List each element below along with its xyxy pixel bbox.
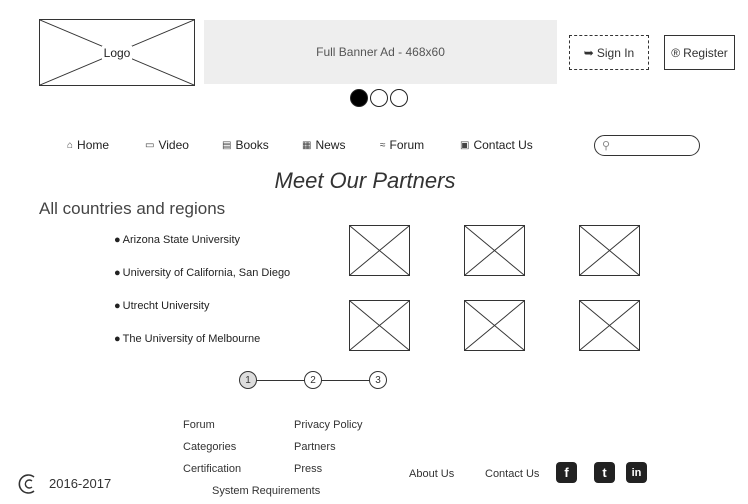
- footer-link-system-requirements[interactable]: System Requirements: [212, 485, 320, 497]
- footer-link-certification[interactable]: Certification: [183, 463, 241, 475]
- news-icon: ▦: [302, 139, 312, 151]
- university-name: The University of Melbourne: [122, 333, 261, 345]
- nav-contact-us-label: Contact Us: [473, 138, 533, 152]
- facebook-icon[interactable]: f: [556, 462, 577, 483]
- logo-placeholder[interactable]: Logo: [39, 19, 195, 86]
- nav-news[interactable]: ▦ News: [302, 137, 345, 153]
- region-heading: All countries and regions: [39, 199, 226, 218]
- footer-link-privacy-policy[interactable]: Privacy Policy: [294, 419, 362, 431]
- register-button[interactable]: ® Register: [664, 35, 735, 70]
- bullet-icon: ●: [114, 267, 121, 279]
- twitter-icon[interactable]: t: [594, 462, 615, 483]
- nav-news-label: News: [315, 138, 346, 152]
- bullet-icon: ●: [114, 333, 121, 345]
- nav-video-label: Video: [158, 138, 189, 152]
- list-item[interactable]: ● Arizona State University: [114, 234, 240, 246]
- sign-in-icon: ➥: [583, 45, 594, 60]
- copyright-icon: [18, 474, 35, 494]
- banner-ad[interactable]: Full Banner Ad - 468x60: [204, 20, 557, 84]
- nav-forum[interactable]: ≈ Forum: [380, 137, 424, 153]
- home-icon: ⌂: [67, 139, 74, 151]
- list-item[interactable]: ● Utrecht University: [114, 300, 209, 312]
- register-label: Register: [683, 45, 728, 60]
- logo-label: Logo: [101, 45, 133, 60]
- page-button-1[interactable]: 1: [239, 371, 257, 389]
- bullet-icon: ●: [114, 234, 121, 246]
- footer-link-partners[interactable]: Partners: [294, 441, 336, 453]
- page-button-3[interactable]: 3: [369, 371, 387, 389]
- partner-image-placeholder[interactable]: [349, 300, 410, 351]
- search-box[interactable]: ⚲: [594, 135, 700, 156]
- list-item[interactable]: ● University of California, San Diego: [114, 267, 290, 279]
- university-name: Arizona State University: [122, 234, 241, 246]
- book-icon: ▤: [222, 139, 232, 151]
- registered-icon: ®: [671, 45, 681, 60]
- list-item[interactable]: ● The University of Melbourne: [114, 333, 260, 345]
- partner-image-placeholder[interactable]: [464, 300, 525, 351]
- copyright-years: 2016-2017: [49, 476, 112, 491]
- page-title: Meet Our Partners: [274, 168, 456, 193]
- nav-home-label: Home: [77, 138, 110, 152]
- nav-video[interactable]: ▭ Video: [145, 137, 189, 153]
- footer-link-forum[interactable]: Forum: [183, 419, 215, 431]
- footer-link-contact-us[interactable]: Contact Us: [485, 468, 539, 480]
- sign-in-button[interactable]: ➥ Sign In: [569, 35, 649, 70]
- partner-image-placeholder[interactable]: [349, 225, 410, 276]
- carousel-dot-1[interactable]: [350, 89, 368, 107]
- nav-books[interactable]: ▤ Books: [222, 137, 269, 153]
- footer-link-categories[interactable]: Categories: [183, 441, 236, 453]
- page-button-2[interactable]: 2: [304, 371, 322, 389]
- linkedin-icon[interactable]: in: [626, 462, 647, 483]
- footer-link-about-us[interactable]: About Us: [409, 468, 454, 480]
- nav-contact-us[interactable]: ▣ Contact Us: [460, 137, 533, 153]
- partner-image-placeholder[interactable]: [464, 225, 525, 276]
- nav-forum-label: Forum: [389, 138, 425, 152]
- forum-icon: ≈: [380, 139, 386, 151]
- footer-link-press[interactable]: Press: [294, 463, 322, 475]
- bullet-icon: ●: [114, 300, 121, 312]
- university-name: University of California, San Diego: [122, 267, 291, 279]
- sign-in-label: Sign In: [596, 45, 635, 60]
- search-input[interactable]: [615, 138, 693, 153]
- nav-home[interactable]: ⌂ Home: [67, 137, 109, 153]
- video-icon: ▭: [145, 139, 155, 151]
- university-name: Utrecht University: [122, 300, 210, 312]
- partner-image-placeholder[interactable]: [579, 225, 640, 276]
- carousel-dot-3[interactable]: [390, 89, 408, 107]
- nav-books-label: Books: [235, 138, 269, 152]
- contact-card-icon: ▣: [460, 139, 470, 151]
- partner-image-placeholder[interactable]: [579, 300, 640, 351]
- search-icon: ⚲: [602, 140, 611, 152]
- carousel-dot-2[interactable]: [370, 89, 388, 107]
